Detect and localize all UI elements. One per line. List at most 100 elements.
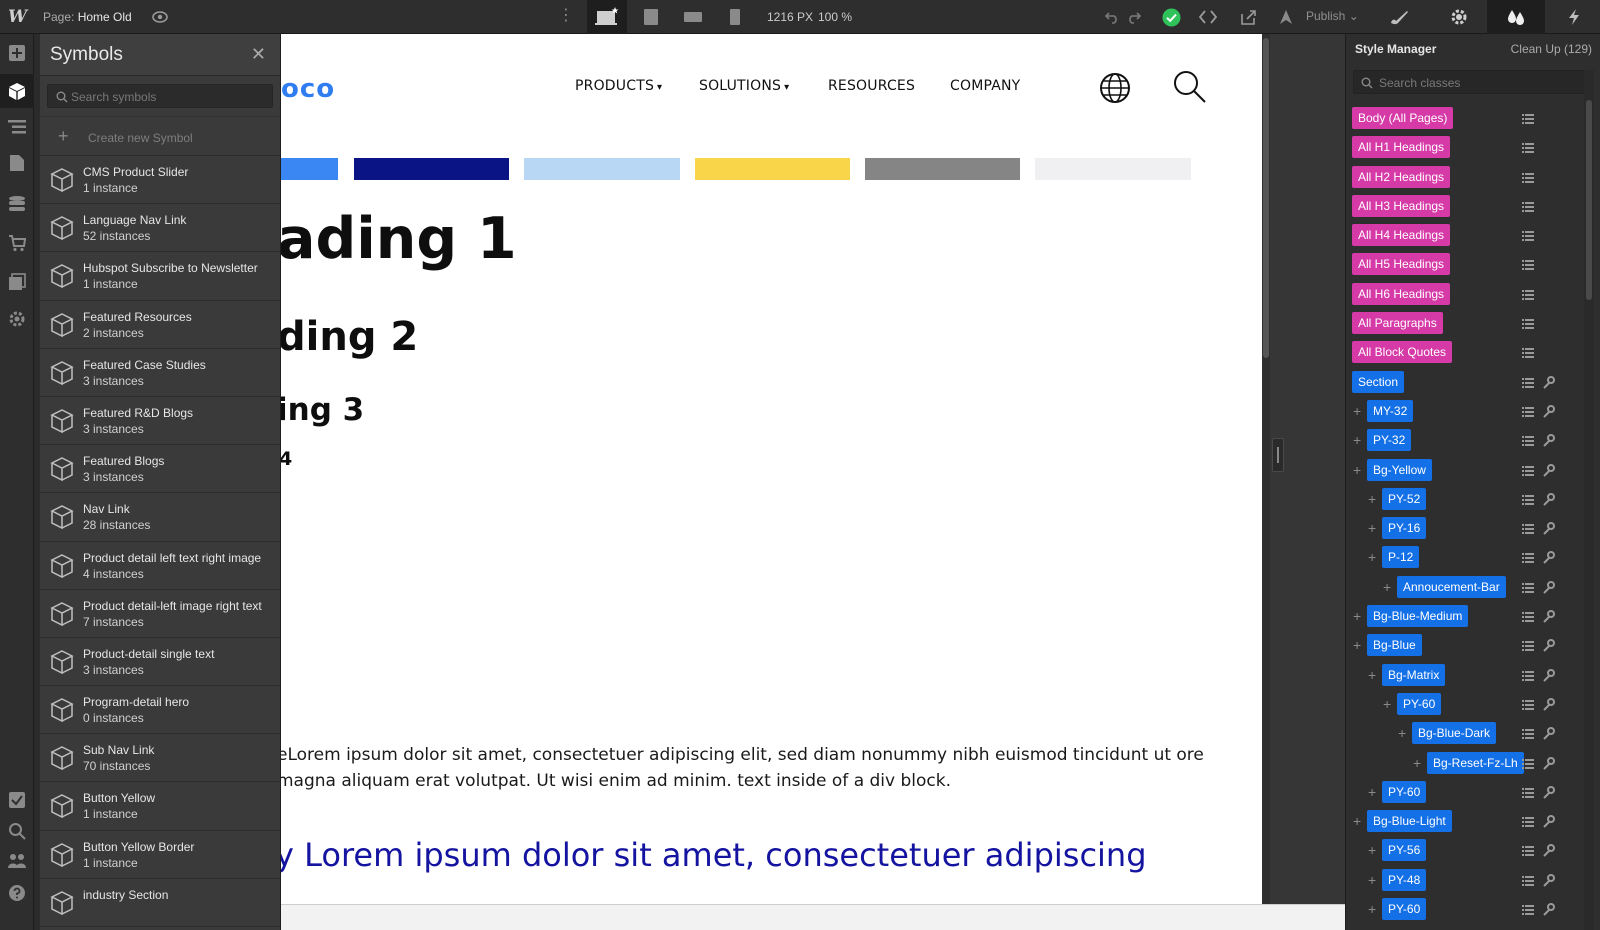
symbol-item[interactable]: Featured Case Studies 3 instances bbox=[40, 348, 280, 397]
list-icon[interactable] bbox=[1522, 229, 1534, 242]
class-tag[interactable]: PY-16 bbox=[1382, 517, 1427, 540]
class-tag[interactable]: PY-60 bbox=[1382, 898, 1427, 921]
redo-icon[interactable] bbox=[1124, 7, 1144, 27]
expand-plus-icon[interactable]: + bbox=[1353, 463, 1361, 477]
desktop-icon[interactable] bbox=[587, 0, 627, 34]
list-icon[interactable] bbox=[1522, 464, 1534, 476]
class-tag[interactable]: Bg-Blue-Light bbox=[1367, 810, 1452, 833]
symbol-item[interactable]: Featured Resources 2 instances bbox=[40, 300, 280, 349]
symbol-item[interactable]: Language Nav Link 52 instances bbox=[40, 204, 280, 253]
class-tag[interactable]: All H6 Headings bbox=[1352, 282, 1451, 305]
undo-icon[interactable] bbox=[1102, 7, 1122, 27]
expand-plus-icon[interactable]: + bbox=[1353, 433, 1361, 447]
list-icon[interactable] bbox=[1522, 874, 1534, 886]
class-tag[interactable]: Bg-Blue bbox=[1367, 634, 1422, 657]
symbol-item[interactable]: Button Yellow 1 instance bbox=[40, 782, 280, 831]
symbol-item[interactable]: Featured Blogs 3 instances bbox=[40, 445, 280, 494]
list-icon[interactable] bbox=[1522, 757, 1534, 769]
nav-resources[interactable]: RESOURCES bbox=[828, 78, 915, 94]
wrench-icon[interactable] bbox=[1543, 638, 1555, 653]
ecommerce-icon[interactable] bbox=[7, 233, 27, 253]
list-icon[interactable] bbox=[1522, 376, 1534, 388]
class-tag[interactable]: All H3 Headings bbox=[1352, 194, 1451, 217]
list-icon[interactable] bbox=[1522, 903, 1534, 916]
expand-plus-icon[interactable]: + bbox=[1353, 609, 1361, 623]
list-icon[interactable] bbox=[1522, 434, 1534, 447]
class-tag[interactable]: Bg-Blue-Medium bbox=[1367, 605, 1469, 628]
expand-plus-icon[interactable]: + bbox=[1368, 843, 1376, 857]
list-icon[interactable] bbox=[1522, 112, 1534, 124]
wrench-icon[interactable] bbox=[1543, 492, 1555, 506]
list-icon[interactable] bbox=[1522, 581, 1534, 593]
interactions-icon[interactable] bbox=[1545, 0, 1600, 34]
wrench-icon[interactable] bbox=[1543, 726, 1555, 740]
wrench-icon[interactable] bbox=[1543, 550, 1555, 565]
expand-plus-icon[interactable]: + bbox=[1353, 638, 1361, 652]
expand-plus-icon[interactable]: + bbox=[1368, 668, 1376, 682]
publish-button[interactable]: Publish ⌄ bbox=[1306, 9, 1359, 23]
list-icon[interactable] bbox=[1522, 200, 1534, 212]
symbol-item[interactable]: Nav Link 28 instances bbox=[40, 493, 280, 542]
wrench-icon[interactable] bbox=[1543, 580, 1555, 594]
paragraph[interactable]: eLorem ipsum dolor sit amet, consectetue… bbox=[281, 742, 1237, 794]
class-tag[interactable]: Section bbox=[1352, 370, 1405, 393]
team-icon[interactable] bbox=[7, 851, 27, 871]
list-icon[interactable] bbox=[1522, 288, 1534, 300]
expand-plus-icon[interactable]: + bbox=[1368, 521, 1376, 535]
expand-plus-icon[interactable]: + bbox=[1353, 814, 1361, 828]
symbol-item[interactable]: Product detail-left image right text 7 in… bbox=[40, 589, 280, 638]
expand-plus-icon[interactable]: + bbox=[1383, 697, 1391, 711]
nav-solutions[interactable]: SOLUTIONS ▾ bbox=[699, 78, 789, 94]
class-tag[interactable]: P-12 bbox=[1382, 546, 1420, 569]
wrench-icon[interactable] bbox=[1543, 668, 1555, 682]
class-tag[interactable]: Bg-Matrix bbox=[1382, 663, 1446, 686]
expand-plus-icon[interactable]: + bbox=[1368, 785, 1376, 799]
assets-icon[interactable] bbox=[7, 272, 27, 292]
settings-icon[interactable] bbox=[7, 309, 27, 329]
list-icon[interactable] bbox=[1522, 493, 1534, 505]
tablet-icon[interactable] bbox=[631, 0, 671, 34]
list-icon[interactable] bbox=[1522, 727, 1534, 740]
nav-products[interactable]: PRODUCTS ▾ bbox=[575, 78, 662, 94]
list-icon[interactable] bbox=[1522, 669, 1534, 681]
class-tag[interactable]: All H4 Headings bbox=[1352, 224, 1451, 247]
list-icon[interactable] bbox=[1522, 346, 1534, 359]
list-icon[interactable] bbox=[1522, 698, 1534, 710]
wrench-icon[interactable] bbox=[1543, 609, 1555, 623]
audit-icon[interactable] bbox=[7, 790, 27, 810]
class-tag[interactable]: All H2 Headings bbox=[1352, 165, 1451, 188]
class-tag[interactable]: PY-48 bbox=[1382, 868, 1427, 891]
list-icon[interactable] bbox=[1522, 610, 1534, 623]
settings-icon[interactable] bbox=[1430, 0, 1488, 34]
block-quote[interactable]: y Lorem ipsum dolor sit amet, consectetu… bbox=[281, 836, 1147, 874]
scrollbar-thumb[interactable] bbox=[1263, 38, 1269, 358]
class-tag[interactable]: PY-56 bbox=[1382, 839, 1427, 862]
search-symbols-input[interactable] bbox=[71, 88, 266, 105]
wrench-icon[interactable] bbox=[1543, 433, 1555, 447]
heading-1[interactable]: ading 1 bbox=[281, 206, 517, 272]
class-tag[interactable]: Bg-Yellow bbox=[1367, 458, 1432, 481]
expand-plus-icon[interactable]: + bbox=[1368, 902, 1376, 916]
expand-plus-icon[interactable]: + bbox=[1353, 404, 1361, 418]
list-icon[interactable] bbox=[1522, 815, 1534, 828]
wrench-icon[interactable] bbox=[1543, 814, 1555, 828]
symbol-item[interactable]: Program-detail hero 0 instances bbox=[40, 686, 280, 735]
scrollbar-thumb[interactable] bbox=[1586, 100, 1592, 300]
canvas-page[interactable]: oco PRODUCTS ▾ SOLUTIONS ▾ RESOURCES COMPA… bbox=[281, 34, 1262, 904]
mobile-portrait-icon[interactable] bbox=[715, 0, 755, 34]
class-tag[interactable]: PY-32 bbox=[1367, 429, 1412, 452]
symbol-item[interactable]: industry Section bbox=[40, 878, 280, 927]
wrench-icon[interactable] bbox=[1543, 521, 1555, 535]
class-tag[interactable]: All Block Quotes bbox=[1352, 341, 1453, 364]
list-icon[interactable] bbox=[1522, 551, 1534, 564]
style-manager-scrollbar[interactable] bbox=[1584, 70, 1594, 930]
class-tag[interactable]: All Paragraphs bbox=[1352, 312, 1443, 335]
help-icon[interactable] bbox=[7, 883, 27, 903]
wrench-icon[interactable] bbox=[1543, 756, 1555, 770]
class-tag[interactable]: Bg-Blue-Dark bbox=[1412, 722, 1497, 745]
app-logo[interactable]: W bbox=[8, 7, 30, 27]
nav-company[interactable]: COMPANY bbox=[950, 78, 1020, 94]
expand-plus-icon[interactable]: + bbox=[1368, 550, 1376, 564]
class-tag[interactable]: PY-60 bbox=[1397, 692, 1442, 715]
heading-2[interactable]: ding 2 bbox=[281, 314, 418, 360]
